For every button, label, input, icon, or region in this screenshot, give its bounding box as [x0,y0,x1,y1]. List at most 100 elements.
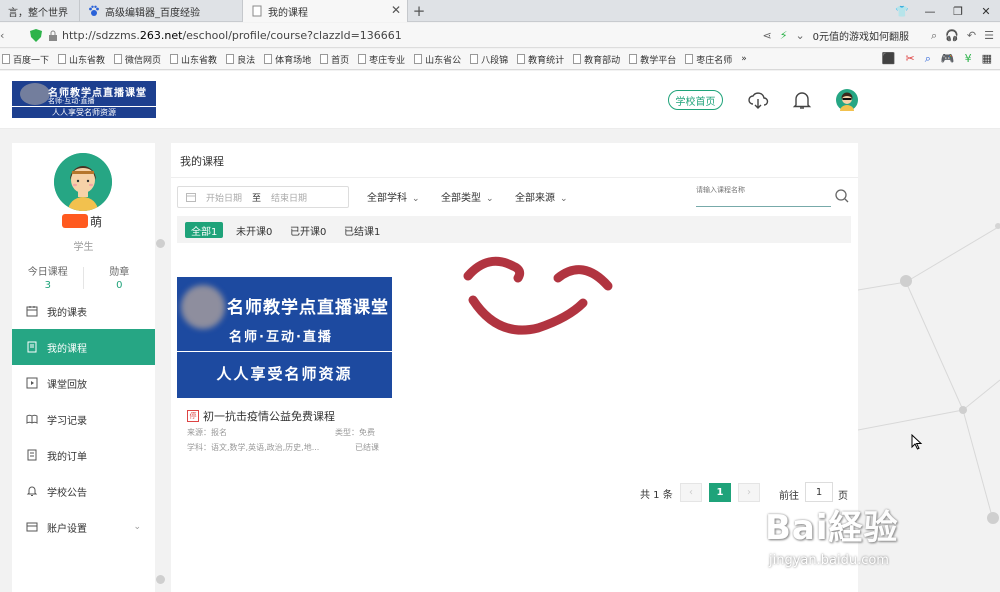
stat-medals[interactable]: 勋章 0 [84,263,156,293]
grid-icon[interactable]: ▦ [982,52,992,66]
stat-today-courses[interactable]: 今日课程 3 [12,263,84,293]
date-start[interactable]: 开始日期 [206,191,242,204]
logo-subtitle: 名师·互动·直播 [48,97,95,105]
browser-tab-bar: 言，整个世界 高级编辑器_百度经验 我的课程 ✕ + 👕 — ❐ ✕ [0,0,1000,22]
filter-ended[interactable]: 已结课1 [338,222,386,238]
book-icon [27,341,37,353]
search-icon[interactable]: ⌕ [931,29,937,43]
shirt-icon[interactable]: 👕 [888,0,916,22]
page-icon [226,54,235,64]
close-tab-icon[interactable]: ✕ [391,3,401,17]
lightning-icon[interactable]: ⚡ [780,29,788,42]
page-icon [414,54,423,64]
address-hint[interactable]: 0元值的游戏如何翻服 [813,28,909,43]
main-content: 我的课程 开始日期 至 结束日期 全部学科⌄ 全部类型⌄ 全部来源⌄ 全部1 未… [171,143,858,592]
undo-icon[interactable]: ↶ [967,29,976,42]
minimize-icon[interactable]: — [916,0,944,22]
course-subjects: 学科：语文,数学,英语,政治,历史,地... [187,443,320,452]
page-1-button[interactable]: 1 [709,483,731,502]
bookmark-item[interactable]: 百度一下 [2,53,49,66]
filter-started[interactable]: 已开课0 [284,222,332,238]
next-page-button[interactable]: › [738,483,760,502]
cloud-download-icon[interactable] [747,89,769,111]
bookmark-item[interactable]: 微信网页 [114,53,161,66]
sidebar-item-announcements[interactable]: 学校公告 [12,473,155,509]
bookmark-item[interactable]: 山东省公 [414,53,461,66]
sidebar-item-schedule[interactable]: 我的课表 [12,293,155,329]
bookmark-item[interactable]: 枣庄专业 [358,53,405,66]
bookmark-item[interactable]: 教学平台 [629,53,676,66]
menu-icon[interactable]: ☰ [984,29,994,42]
banner-subtitle: 名师·互动·直播 [229,330,333,345]
restore-icon[interactable]: ❐ [944,0,972,22]
sidebar-item-replay[interactable]: 课堂回放 [12,365,155,401]
search-icon[interactable] [835,189,849,203]
page-icon [470,54,479,64]
school-home-button[interactable]: 学校首页 [668,90,723,110]
new-tab-button[interactable]: + [408,0,430,22]
bookmark-item[interactable]: 枣庄名师 [685,53,732,66]
filter-not-started[interactable]: 未开课0 [230,222,278,238]
red-scribble-annotation [463,256,613,335]
sidebar-item-account-settings[interactable]: 账户设置 ⌄ [12,509,155,545]
subject-dropdown[interactable]: 全部学科 ⌄ [367,189,420,204]
share-icon[interactable]: ⋖ [762,29,771,42]
page-icon [170,54,179,64]
profile-sidebar: 萌 学生 今日课程 3 勋章 0 我的课表 我的课程 课堂回放 学习记录 我的订… [12,143,155,592]
scissors-icon[interactable]: ✂ [906,52,915,66]
close-window-icon[interactable]: ✕ [972,0,1000,22]
bell-icon[interactable] [791,89,813,111]
profile-avatar[interactable] [54,153,112,211]
gamepad-icon[interactable]: 🎮 [941,52,955,66]
bookmark-item[interactable]: 教育统计 [517,53,564,66]
back-icon[interactable]: ‹ [0,29,4,42]
prev-page-button[interactable]: ‹ [680,483,702,502]
filter-all[interactable]: 全部1 [185,222,224,238]
course-banner[interactable]: 名师教学点直播课堂 名师·互动·直播 人人享受名师资源 [177,277,392,398]
bookmark-item[interactable]: 八段锦 [470,53,508,66]
headphones-icon[interactable]: 🎧 [945,29,959,42]
yen-icon[interactable]: ¥ [965,52,972,66]
course-search [696,181,831,207]
page-icon [252,5,262,17]
bookmark-item[interactable]: 山东省教 [170,53,217,66]
browser-tab-1[interactable]: 言，整个世界 [0,0,80,22]
baidu-watermark-url: jingyan.baidu.com [769,553,889,568]
bookmark-item[interactable]: 首页 [320,53,349,66]
search-input[interactable] [696,183,831,197]
tab-label: 言，整个世界 [8,7,68,19]
type-dropdown[interactable]: 全部类型 ⌄ [441,189,494,204]
goto-page-input[interactable]: 1 [805,482,833,502]
date-end[interactable]: 结束日期 [271,191,307,204]
school-logo[interactable]: 名师教学点直播课堂 名师·互动·直播 人人享受名师资源 [12,81,156,118]
magnifier-icon[interactable]: ⌕ [925,52,931,66]
divider [83,267,84,289]
course-card[interactable]: 名师教学点直播课堂 名师·互动·直播 人人享受名师资源 停 初一抗击疫情公益免费… [177,277,392,457]
pagination-total: 共 1 条 [640,490,673,501]
sidebar-item-study-record[interactable]: 学习记录 [12,401,155,437]
bookmark-item[interactable]: 体育场地 [264,53,311,66]
extension-icon[interactable]: ⬛ [882,52,896,66]
bookmark-item[interactable]: 良法 [226,53,255,66]
bookmark-item[interactable]: 山东省教 [58,53,105,66]
browser-tab-2[interactable]: 高级编辑器_百度经验 [80,0,243,22]
course-title[interactable]: 停 初一抗击疫情公益免费课程 [187,408,335,424]
sidebar-item-orders[interactable]: 我的订单 [12,437,155,473]
page-title: 我的课程 [180,155,224,168]
avatar[interactable] [836,89,858,111]
chevron-down-icon: ⌄ [133,522,141,532]
shield-icon [30,29,42,42]
background-dot [156,575,165,584]
bookmark-item[interactable]: 教育部动 [573,53,620,66]
sidebar-item-my-courses[interactable]: 我的课程 [12,329,155,365]
mouse-cursor-icon [911,434,923,450]
chevron-down-icon[interactable]: ⌄ [795,29,804,42]
bookmarks-more[interactable]: » [741,54,747,64]
source-dropdown[interactable]: 全部来源 ⌄ [515,189,568,204]
redacted-name [62,214,88,228]
date-range-picker[interactable]: 开始日期 至 结束日期 [177,186,349,208]
url-text[interactable]: http://sdzzms.263.net/eschool/profile/co… [62,29,402,42]
banner-divider [177,351,392,352]
browser-tab-3[interactable]: 我的课程 ✕ [243,0,408,22]
tab-label: 高级编辑器_百度经验 [105,7,200,19]
